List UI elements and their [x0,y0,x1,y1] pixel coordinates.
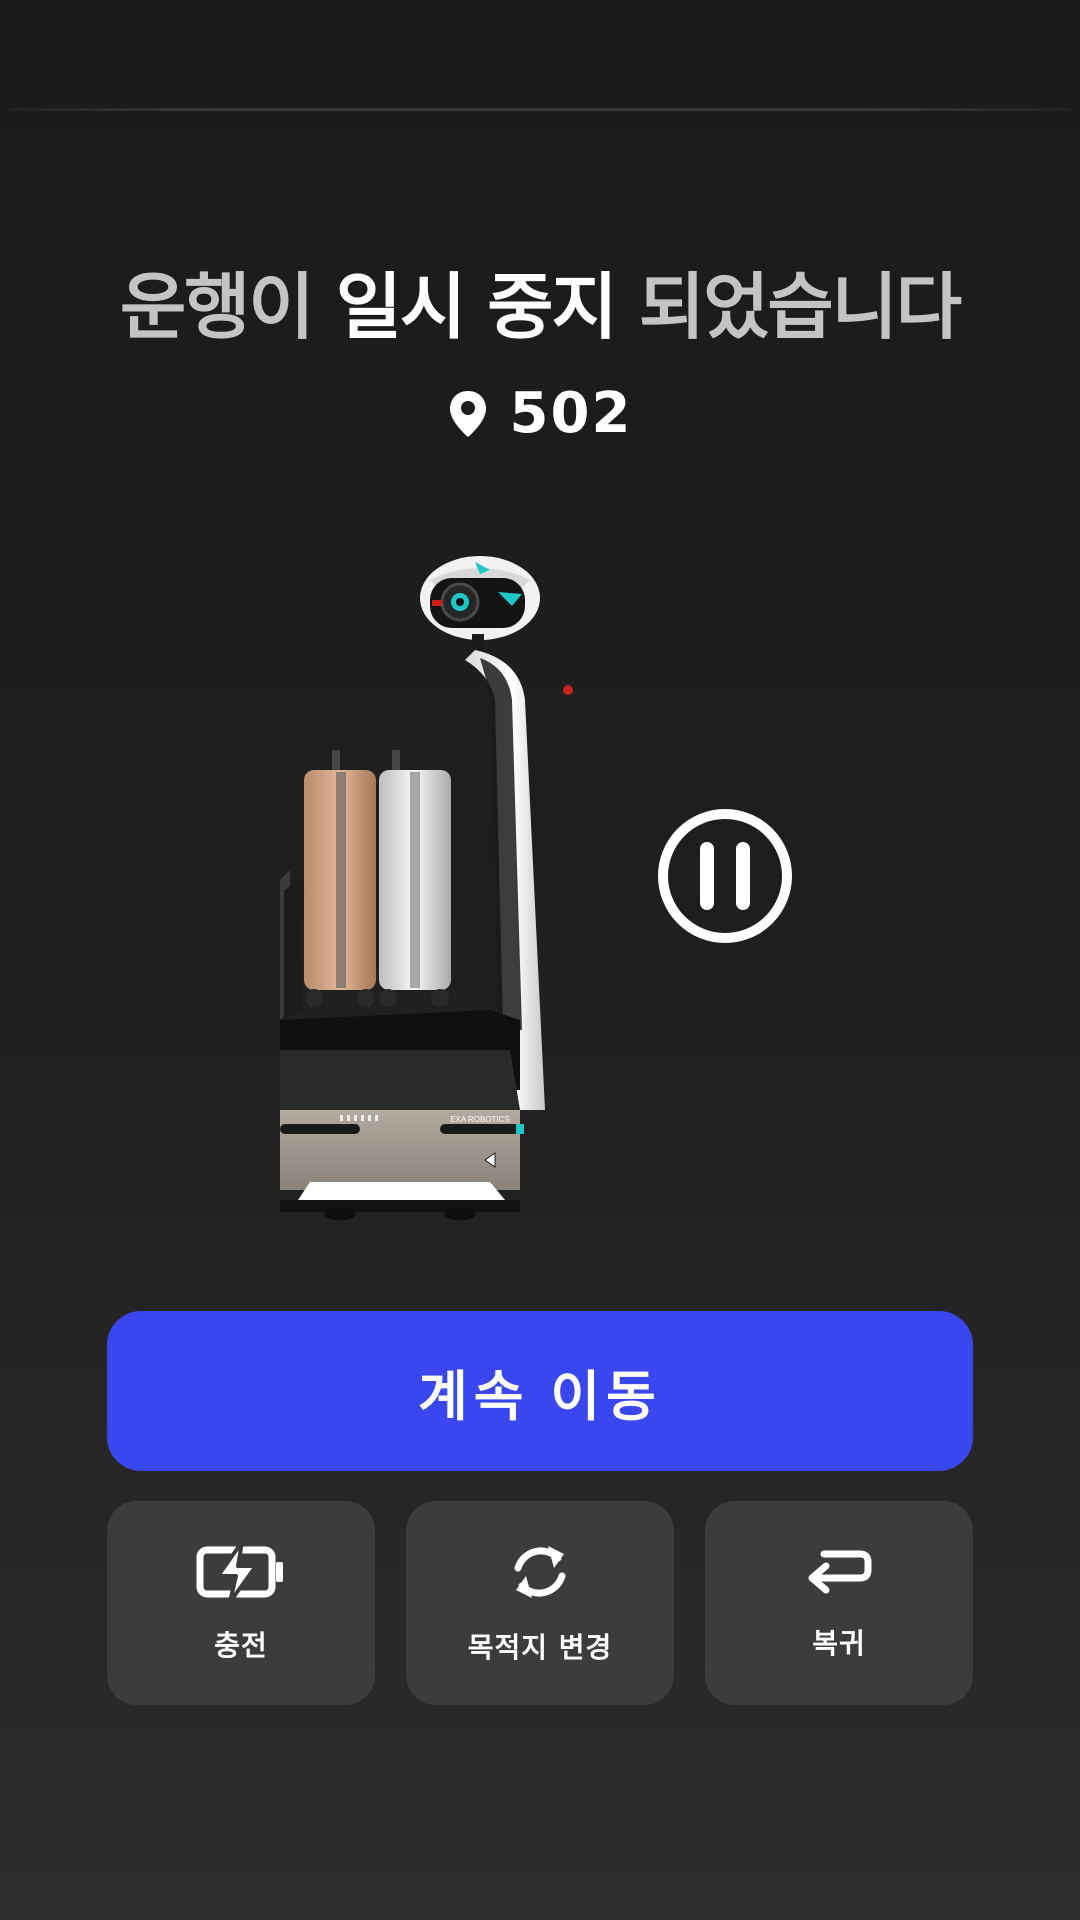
top-divider [10,108,1070,111]
headline-prefix: 운행이 [119,265,315,349]
return-label: 복귀 [812,1627,866,1660]
refresh-icon [508,1540,572,1604]
headline-suffix: 되었습니다 [638,265,962,349]
return-button[interactable]: 복귀 [705,1501,973,1705]
location-indicator: 502 [0,382,1080,446]
map-pin-icon [448,389,488,439]
continue-moving-button[interactable]: 계속 이동 [107,1311,973,1471]
robot-brand-text: EXA ROBOTICS [450,1115,510,1124]
battery-charging-icon [196,1542,286,1602]
charge-button[interactable]: 충전 [107,1501,375,1705]
robot-base: EXA ROBOTICS [280,1010,524,1220]
charge-label: 충전 [214,1629,268,1662]
change-destination-label: 목적지 변경 [467,1631,613,1664]
status-headline: 운행이 일시 중지 되었습니다 [0,262,1080,352]
pause-circle-icon [658,809,792,943]
robot-illustration: EXA ROBOTICS [280,556,573,1220]
robot-head [420,556,540,660]
location-room-number: 502 [509,381,633,446]
return-arrow-icon [804,1544,874,1600]
change-destination-button[interactable]: 목적지 변경 [406,1501,674,1705]
luggage [304,750,451,1007]
secondary-actions: 충전 목적지 변경 복귀 [107,1501,973,1705]
headline-emphasis: 일시 중지 [335,265,618,349]
